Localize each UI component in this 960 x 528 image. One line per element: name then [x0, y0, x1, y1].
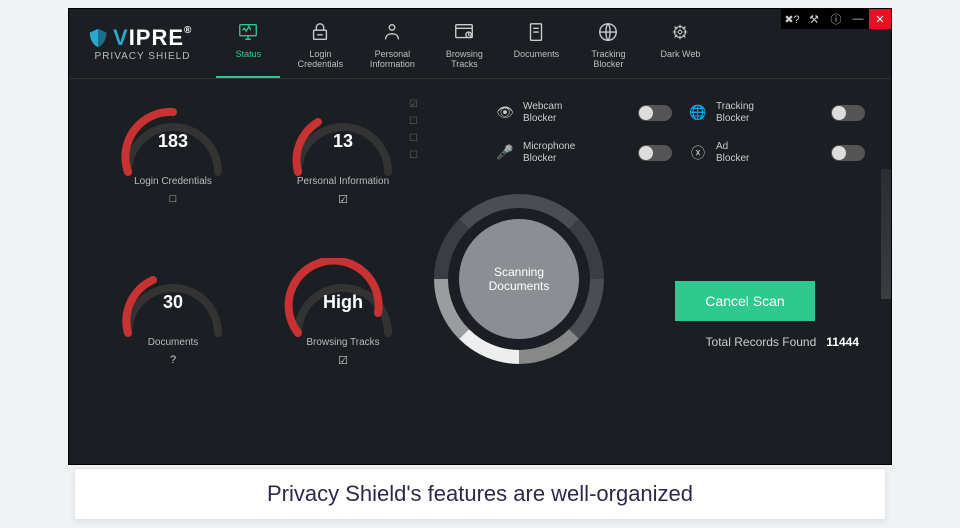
tab-dark-web[interactable]: Dark Web	[648, 19, 712, 78]
tab-documents[interactable]: Documents	[504, 19, 568, 78]
toggle-tracking[interactable]: 🌐 Tracking Blocker	[688, 101, 865, 125]
minimize-button[interactable]: —	[847, 9, 869, 29]
records-found: Total Records Found 11444	[706, 335, 859, 349]
tab-personal-info[interactable]: Personal Information	[360, 19, 424, 78]
scan-status-label: Scanning Documents	[459, 219, 579, 339]
gauge-personal[interactable]: 13 Personal Information ☑	[263, 97, 423, 252]
gauge-login[interactable]: 183 Login Credentials □	[93, 97, 253, 252]
close-circle-icon: ⓧ	[688, 143, 708, 163]
close-button[interactable]: ✕	[869, 9, 891, 29]
tab-login-credentials[interactable]: Login Credentials	[288, 19, 352, 78]
wrench-icon[interactable]: ✖?	[781, 9, 803, 29]
records-value: 11444	[826, 335, 859, 349]
toggle-webcam[interactable]: 👁 Webcam Blocker	[495, 101, 672, 125]
cancel-scan-button[interactable]: Cancel Scan	[675, 281, 815, 321]
globe-icon	[597, 21, 619, 43]
checkbox-checked-icon: ☑	[338, 193, 348, 206]
check-icon: ☐	[409, 150, 418, 161]
check-icon: ☐	[409, 116, 418, 127]
toggle-microphone[interactable]: 🎤 Microphone Blocker	[495, 141, 672, 165]
monitor-icon	[237, 21, 259, 43]
checkbox-empty-icon: □	[170, 193, 177, 205]
scan-progress: Scanning Documents	[429, 189, 609, 369]
toggle-ad[interactable]: ⓧ Ad Blocker	[688, 141, 865, 165]
web-icon	[669, 21, 691, 43]
info-button[interactable]: ⓘ	[825, 9, 847, 29]
main-body: 183 Login Credentials □ 13 Personal Info…	[69, 79, 891, 413]
header: VIPRE® PRIVACY SHIELD Status Login Crede…	[69, 9, 891, 79]
brand-logo: VIPRE® PRIVACY SHIELD	[87, 19, 192, 62]
document-icon	[525, 21, 547, 43]
settings-button[interactable]: ⚒	[803, 9, 825, 29]
check-icon: ☐	[409, 133, 418, 144]
app-window: ✖? ⚒ ⓘ — ✕ VIPRE® PRIVACY SHIELD Status	[68, 8, 892, 465]
shield-icon	[87, 27, 109, 49]
checkbox-checked-icon: ☑	[338, 354, 348, 367]
switch-icon[interactable]	[831, 145, 865, 161]
browser-icon	[453, 21, 475, 43]
lock-icon	[309, 21, 331, 43]
switch-icon[interactable]	[638, 145, 672, 161]
records-label: Total Records Found	[706, 335, 817, 349]
nav-tabs: Status Login Credentials Personal Inform…	[216, 19, 712, 78]
switch-icon[interactable]	[638, 105, 672, 121]
gauge-documents[interactable]: 30 Documents ?	[93, 258, 253, 413]
gauges-grid: 183 Login Credentials □ 13 Personal Info…	[93, 97, 423, 413]
brand-name: VIPRE®	[113, 25, 192, 51]
caption-text: Privacy Shield's features are well-organ…	[267, 481, 693, 507]
caption-bar: Privacy Shield's features are well-organ…	[74, 468, 886, 520]
scan-checklist: ☑ ☐ ☐ ☐	[409, 99, 418, 161]
toggles-panel: 👁 Webcam Blocker 🌐 Tracking Blocker 🎤 Mi…	[495, 101, 865, 181]
person-icon	[381, 21, 403, 43]
scrollbar[interactable]	[881, 169, 891, 299]
globe-icon: 🌐	[688, 104, 708, 121]
switch-icon[interactable]	[831, 105, 865, 121]
gauge-browsing[interactable]: High Browsing Tracks ☑	[263, 258, 423, 413]
help-icon: ?	[170, 354, 176, 366]
eye-icon: 👁	[495, 104, 515, 121]
window-controls: ✖? ⚒ ⓘ — ✕	[781, 9, 891, 29]
tab-browsing-tracks[interactable]: Browsing Tracks	[432, 19, 496, 78]
tab-tracking-blocker[interactable]: Tracking Blocker	[576, 19, 640, 78]
brand-subtitle: PRIVACY SHIELD	[95, 51, 191, 62]
microphone-icon: 🎤	[495, 144, 515, 161]
tab-status[interactable]: Status	[216, 19, 280, 78]
check-icon: ☑	[409, 99, 418, 110]
